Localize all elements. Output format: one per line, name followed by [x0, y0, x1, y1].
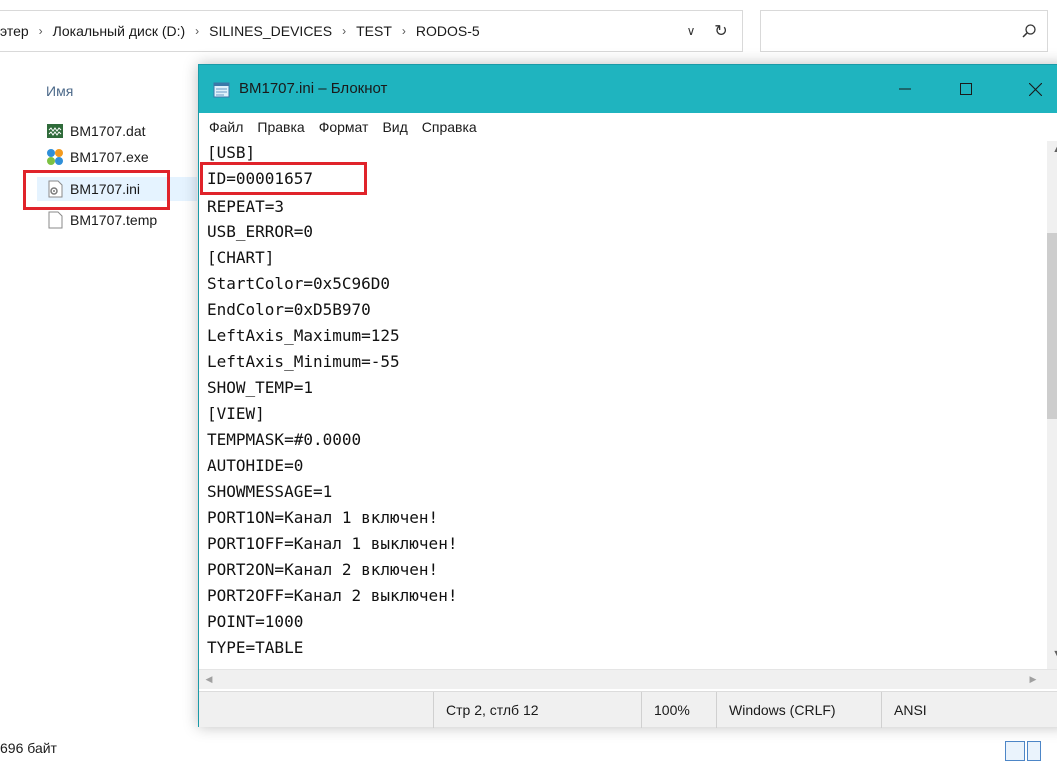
menu-bar: Файл Правка Формат Вид Справка	[199, 113, 1057, 141]
highlight-box-ini-file	[23, 170, 170, 210]
text-line: LeftAxis_Maximum=125	[207, 326, 400, 345]
file-name: BM1707.temp	[70, 212, 158, 228]
refresh-icon[interactable]: ↻	[700, 10, 742, 52]
notepad-status-bar: Стр 2, стлб 12 100% Windows (CRLF) ANSI	[199, 691, 1057, 728]
close-icon	[1028, 82, 1042, 96]
blank-file-icon	[48, 211, 63, 229]
text-line: AUTOHIDE=0	[207, 456, 304, 475]
status-cursor-position: Стр 2, стлб 12	[433, 692, 641, 728]
file-name: BM1707.dat	[70, 123, 146, 139]
window-title: BM1707.ini – Блокнот	[239, 80, 388, 97]
details-view-icon[interactable]	[1005, 741, 1025, 761]
breadcrumb-computer[interactable]: этер	[0, 23, 29, 39]
chevron-right-icon[interactable]: ›	[402, 24, 406, 38]
notepad-icon	[213, 82, 230, 98]
scroll-right-icon[interactable]: ▶	[1025, 671, 1041, 687]
notepad-titlebar[interactable]: BM1707.ini – Блокнот	[199, 65, 1057, 113]
text-line: LeftAxis_Minimum=-55	[207, 352, 400, 371]
breadcrumb-test[interactable]: TEST	[356, 23, 392, 39]
text-line: [USB]	[207, 143, 256, 162]
text-line: SHOW_TEMP=1	[207, 378, 313, 397]
status-encoding: ANSI	[881, 692, 1057, 728]
vertical-scroll-thumb[interactable]	[1047, 233, 1057, 419]
column-header-name[interactable]: Имя	[46, 83, 73, 99]
chevron-right-icon[interactable]: ›	[39, 24, 43, 38]
menu-view[interactable]: Вид	[382, 119, 407, 135]
scroll-up-icon[interactable]: ▲	[1047, 141, 1057, 157]
text-line: TEMPMASK=#0.0000	[207, 430, 362, 449]
text-line: StartColor=0x5C96D0	[207, 274, 391, 293]
text-line: POINT=1000	[207, 612, 304, 631]
chevron-right-icon[interactable]: ›	[195, 24, 199, 38]
text-line: REPEAT=3	[207, 197, 285, 216]
highlight-box-id-line	[200, 162, 367, 195]
scroll-left-icon[interactable]: ◀	[201, 671, 217, 687]
status-zoom: 100%	[641, 692, 716, 728]
view-switcher	[1005, 741, 1041, 761]
text-line: [VIEW]	[207, 404, 265, 423]
chevron-right-icon[interactable]: ›	[342, 24, 346, 38]
maximize-icon	[960, 83, 972, 95]
menu-format[interactable]: Формат	[319, 119, 369, 135]
file-name: BM1707.exe	[70, 149, 149, 165]
exe-app-icon	[47, 149, 63, 165]
text-line: EndColor=0xD5B970	[207, 300, 371, 319]
text-editor[interactable]: [USB] ID=00001657 REPEAT=3 USB_ERROR=0 […	[199, 141, 1047, 669]
dat-file-icon	[47, 124, 63, 138]
explorer-status-size: 696 байт	[0, 740, 57, 756]
menu-help[interactable]: Справка	[422, 119, 477, 135]
text-line: PORT2ON=Канал 2 включен!	[207, 560, 439, 579]
text-line: PORT2OFF=Канал 2 выключен!	[207, 586, 458, 605]
scroll-down-icon[interactable]: ▼	[1047, 645, 1057, 661]
text-line: [CHART]	[207, 248, 275, 267]
breadcrumb-rodos-5[interactable]: RODOS-5	[416, 23, 480, 39]
menu-edit[interactable]: Правка	[257, 119, 304, 135]
text-line: SHOWMESSAGE=1	[207, 482, 333, 501]
chevron-down-icon[interactable]: ∨	[680, 10, 702, 52]
file-item-exe[interactable]: BM1707.exe	[46, 145, 149, 169]
file-item-temp[interactable]: BM1707.temp	[46, 208, 157, 232]
minimize-icon	[899, 88, 911, 90]
minimize-button[interactable]	[882, 65, 928, 113]
status-line-ending: Windows (CRLF)	[716, 692, 881, 728]
text-line: PORT1ON=Канал 1 включен!	[207, 508, 439, 527]
horizontal-scrollbar[interactable]	[199, 669, 1057, 689]
text-line: TYPE=TABLE	[207, 638, 304, 657]
large-icons-view-icon[interactable]	[1027, 741, 1041, 761]
breadcrumb-silines-devices[interactable]: SILINES_DEVICES	[209, 23, 332, 39]
text-line: USB_ERROR=0	[207, 222, 313, 241]
search-input[interactable]	[760, 10, 1048, 52]
search-icon[interactable]	[1021, 23, 1037, 39]
breadcrumb-drive-d[interactable]: Локальный диск (D:)	[53, 23, 186, 39]
file-item-dat[interactable]: BM1707.dat	[46, 119, 146, 143]
maximize-button[interactable]	[943, 65, 989, 113]
text-line: PORT1OFF=Канал 1 выключен!	[207, 534, 458, 553]
explorer-address-row: этер › Локальный диск (D:) › SILINES_DEV…	[0, 0, 1057, 64]
menu-file[interactable]: Файл	[209, 119, 243, 135]
address-bar[interactable]: этер › Локальный диск (D:) › SILINES_DEV…	[0, 10, 743, 52]
close-button[interactable]	[1012, 65, 1057, 113]
